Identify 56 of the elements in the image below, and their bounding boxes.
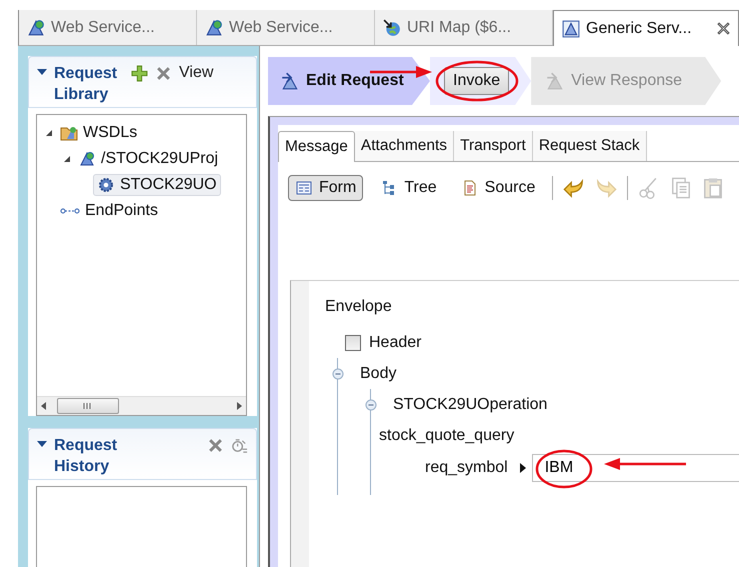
horizontal-scrollbar[interactable] [37,396,246,415]
expand-icon[interactable] [63,155,71,163]
tree-node-label: stock_quote_query [379,426,516,446]
service-icon [205,18,223,36]
service-icon [27,18,45,36]
checkbox-label: Header [369,334,422,352]
message-tab[interactable]: Message [278,131,355,162]
folder-icon [60,125,78,141]
request-icon [545,71,566,91]
view-button[interactable]: View [179,64,214,82]
collapse-icon[interactable] [365,398,377,410]
service-icon [78,151,96,167]
collapse-icon[interactable] [37,67,47,77]
delete-icon[interactable] [207,437,224,454]
message-tab[interactable]: Transport [454,131,533,161]
stopwatch-icon[interactable] [231,437,248,454]
scrollbar-thumb[interactable] [57,398,119,414]
view-mode-button[interactable]: Tree [373,175,444,201]
globe-icon [383,18,401,36]
text-field[interactable]: IBM [532,454,739,482]
field-label: req_symbol [425,458,508,476]
tree-node-label: STOCK29UOperation [393,396,548,414]
scroll-left-icon[interactable] [41,402,47,410]
editor-tab[interactable]: Generic Serv... [553,10,739,46]
tree-item[interactable]: STOCK29UO [93,174,221,196]
collapse-icon[interactable] [37,439,47,449]
message-tab[interactable]: Attachments [354,131,454,161]
tree-node-label: Envelope [325,297,393,317]
connection-icon [60,207,80,215]
editor-tab[interactable]: Web Service... [197,10,375,45]
tree-item[interactable]: /STOCK29UProj [75,148,222,170]
expand-icon[interactable] [45,129,53,137]
view-mode-button[interactable]: Source [454,175,542,201]
delete-icon[interactable] [155,65,172,82]
close-icon[interactable] [717,22,730,35]
gear-icon [97,177,115,193]
request-icon [280,71,300,91]
tree-node-label: Body [360,364,396,382]
scroll-right-icon[interactable] [236,402,242,410]
step-button[interactable]: Invoke [430,57,532,105]
step-button[interactable]: Edit Request [268,57,430,105]
add-icon[interactable] [131,65,148,82]
service-icon [562,20,580,38]
pointer-icon [520,462,526,472]
collapse-icon[interactable] [332,368,344,380]
undo-icon[interactable] [563,177,586,199]
section-title: Request History [54,436,118,477]
editor-tab[interactable]: Web Service... [19,10,197,45]
tree-item[interactable]: EndPoints [57,200,161,222]
section-title: Request Library [54,64,118,105]
view-mode-button[interactable]: Form [288,175,364,201]
annotation-ellipse [533,449,595,489]
tree-item[interactable]: WSDLs [57,122,140,144]
checkbox[interactable] [345,334,361,350]
form-icon [295,180,313,196]
message-tab[interactable]: Request Stack [532,131,647,161]
